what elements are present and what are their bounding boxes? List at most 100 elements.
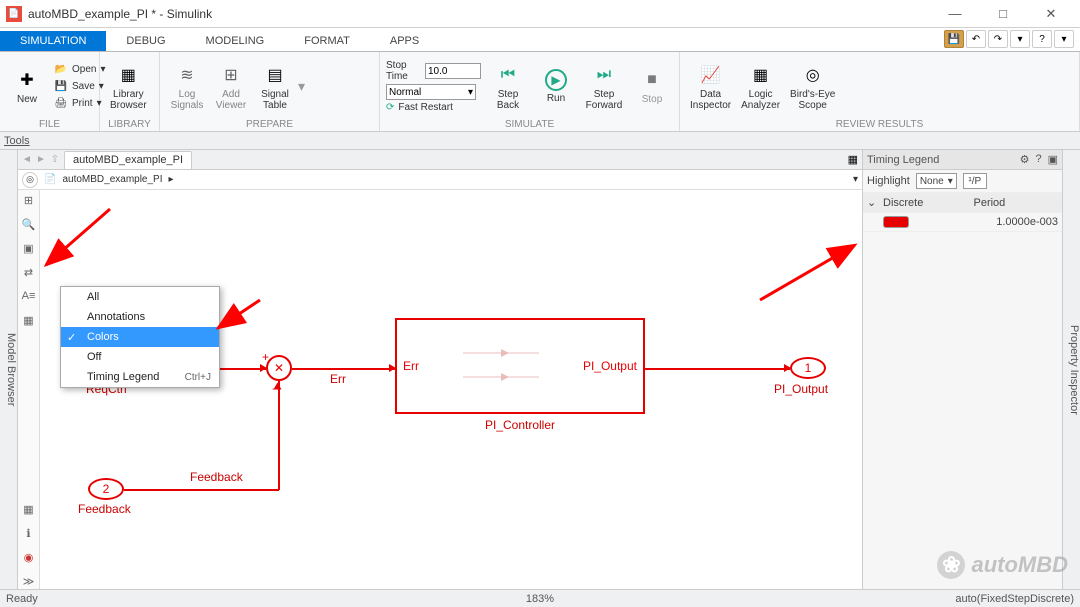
zoom-icon[interactable]: 🔍 [21, 216, 37, 232]
outport-pi-output[interactable]: 1 [790, 357, 826, 379]
redo-button[interactable]: ↷ [988, 30, 1008, 48]
fit-icon[interactable]: ▣ [21, 240, 37, 256]
disk-icon: 💾 [54, 80, 68, 94]
table-icon: ▤ [263, 63, 287, 87]
model-canvas[interactable]: 1 ReqCtrl 2 Feedback + − Err [40, 190, 862, 589]
tab-apps[interactable]: APPS [370, 31, 439, 51]
tab-simulation[interactable]: SIMULATION [0, 31, 106, 51]
model-tab-bar: ◄ ► ⇧ autoMBD_example_PI ▦ [18, 150, 862, 170]
group-file-label: FILE [6, 119, 93, 131]
close-button[interactable]: ✕ [1036, 4, 1066, 24]
ctx-item-all[interactable]: All [61, 287, 219, 307]
signal-err-label: Err [330, 372, 346, 386]
data-inspector-button[interactable]: 📈Data Inspector [686, 61, 735, 113]
nav-back-button[interactable]: ◄ [20, 153, 34, 167]
ribbon: ✚ New 📂Open ▾ 💾Save ▾ 🖨Print ▾ FILE ▦ Li… [0, 52, 1080, 132]
group-review-label: REVIEW RESULTS [686, 119, 1073, 131]
arrow-reqctrl [260, 364, 267, 372]
status-zoom[interactable]: 183% [526, 593, 554, 605]
breadcrumb-text[interactable]: autoMBD_example_PI [62, 174, 162, 185]
subsystem-pi-controller[interactable]: Err PI_Output [395, 318, 645, 414]
annotations-icon[interactable]: A≡ [21, 288, 37, 304]
tree-toggle-icon[interactable]: ⌄ [867, 196, 877, 209]
check-icon: ✓ [67, 331, 76, 344]
sim-mode-dropdown[interactable]: Normal▾ [386, 84, 476, 100]
log-signals-button[interactable]: ≋Log Signals [166, 61, 208, 113]
breadcrumb-dd-icon[interactable]: ▾ [853, 174, 858, 185]
inspector-icon: 📈 [699, 63, 723, 87]
tabbar-overflow-icon[interactable]: ▦ [848, 153, 858, 166]
variant-icon[interactable]: ▦ [21, 501, 37, 517]
ctx-item-off[interactable]: Off [61, 347, 219, 367]
nav-up-button[interactable]: ⇧ [48, 153, 62, 167]
panel-gear-icon[interactable]: ⚙ [1020, 153, 1030, 166]
quick-access-toolbar: 💾 ↶ ↷ ▾ ? ▾ [944, 28, 1074, 50]
analyzer-icon: ▦ [749, 63, 773, 87]
highlight-label: Highlight [867, 175, 910, 187]
panel-help-icon[interactable]: ? [1035, 153, 1041, 166]
print-icon: 🖨 [54, 97, 68, 111]
col-period-header: Period [974, 197, 1059, 209]
timing-legend-panel: Timing Legend ⚙ ? ▣ Highlight None▾ ¹/P … [862, 150, 1062, 589]
step-forward-button[interactable]: ⏭Step Forward [583, 61, 625, 113]
library-icon: ▦ [116, 63, 140, 87]
inport-feedback-label: Feedback [78, 502, 131, 516]
stop-time-input[interactable] [425, 63, 481, 79]
prepare-expand-button[interactable]: ▾ [298, 78, 308, 95]
birds-eye-button[interactable]: ◎Bird's-Eye Scope [786, 61, 839, 113]
ctx-item-timing-legend[interactable]: Timing LegendCtrl+J [61, 367, 219, 387]
undo-button[interactable]: ↶ [966, 30, 986, 48]
tab-modeling[interactable]: MODELING [186, 31, 285, 51]
breadcrumb-expand-icon[interactable]: ▸ [169, 174, 174, 185]
inport-feedback[interactable]: 2 [88, 478, 124, 500]
status-solver[interactable]: auto(FixedStepDiscrete) [955, 593, 1074, 605]
rate-button[interactable]: ¹/P [963, 173, 987, 189]
panel-pin-icon[interactable]: ▣ [1048, 153, 1058, 166]
ctx-item-colors[interactable]: ✓Colors [61, 327, 219, 347]
timing-legend-title: Timing Legend [867, 154, 939, 166]
model-browser-rail[interactable]: Model Browser [0, 150, 18, 589]
minimize-button[interactable]: — [940, 4, 970, 24]
signal-table-button[interactable]: ▤Signal Table [254, 61, 296, 113]
ribbon-tabs: SIMULATION DEBUG MODELING FORMAT APPS [0, 28, 1080, 52]
record-icon[interactable]: ◉ [21, 549, 37, 565]
screenshot-icon[interactable]: ▦ [21, 312, 37, 328]
property-inspector-rail[interactable]: Property Inspector [1062, 150, 1080, 589]
logic-analyzer-button[interactable]: ▦Logic Analyzer [737, 61, 784, 113]
run-button[interactable]: ▶Run [535, 67, 577, 106]
step-back-button[interactable]: ⏮Step Back [487, 61, 529, 113]
tab-debug[interactable]: DEBUG [106, 31, 185, 51]
folder-icon: 📂 [54, 63, 68, 77]
stop-button[interactable]: ■Stop [631, 66, 673, 107]
dropdown-quick-button[interactable]: ▾ [1010, 30, 1030, 48]
fast-restart-button[interactable]: ⟳Fast Restart [386, 102, 481, 113]
app-icon: 📄 [6, 6, 22, 22]
col-discrete-header: Discrete [883, 197, 968, 209]
sample-time-icon[interactable]: ⇄ [21, 264, 37, 280]
rate-color-swatch[interactable] [883, 216, 909, 228]
nav-fwd-button[interactable]: ► [34, 153, 48, 167]
model-tab[interactable]: autoMBD_example_PI [64, 151, 192, 169]
tools-label[interactable]: Tools [4, 135, 30, 147]
wire-feedback-h [124, 489, 279, 491]
save-quick-button[interactable]: 💾 [944, 30, 964, 48]
group-prepare-label: PREPARE [166, 119, 373, 131]
info-icon[interactable]: ℹ [21, 525, 37, 541]
add-viewer-button[interactable]: ⊞Add Viewer [210, 61, 252, 113]
sum-block[interactable] [266, 355, 292, 381]
maximize-button[interactable]: □ [988, 4, 1018, 24]
subsystem-graphic-icon [461, 341, 541, 391]
run-icon: ▶ [545, 69, 567, 91]
explorer-icon[interactable]: ⊞ [21, 192, 37, 208]
library-browser-button[interactable]: ▦ Library Browser [106, 61, 151, 113]
highlight-dropdown[interactable]: None▾ [916, 173, 957, 189]
more-quick-button[interactable]: ▾ [1054, 30, 1074, 48]
new-icon: ✚ [15, 68, 39, 92]
new-button[interactable]: ✚ New [6, 66, 48, 107]
group-library-label: LIBRARY [106, 119, 153, 131]
target-button[interactable]: ◎ [22, 172, 38, 188]
tab-format[interactable]: FORMAT [284, 31, 370, 51]
title-bar: 📄 autoMBD_example_PI * - Simulink — □ ✕ [0, 0, 1080, 28]
ctx-item-annotations[interactable]: Annotations [61, 307, 219, 327]
help-button[interactable]: ? [1032, 30, 1052, 48]
